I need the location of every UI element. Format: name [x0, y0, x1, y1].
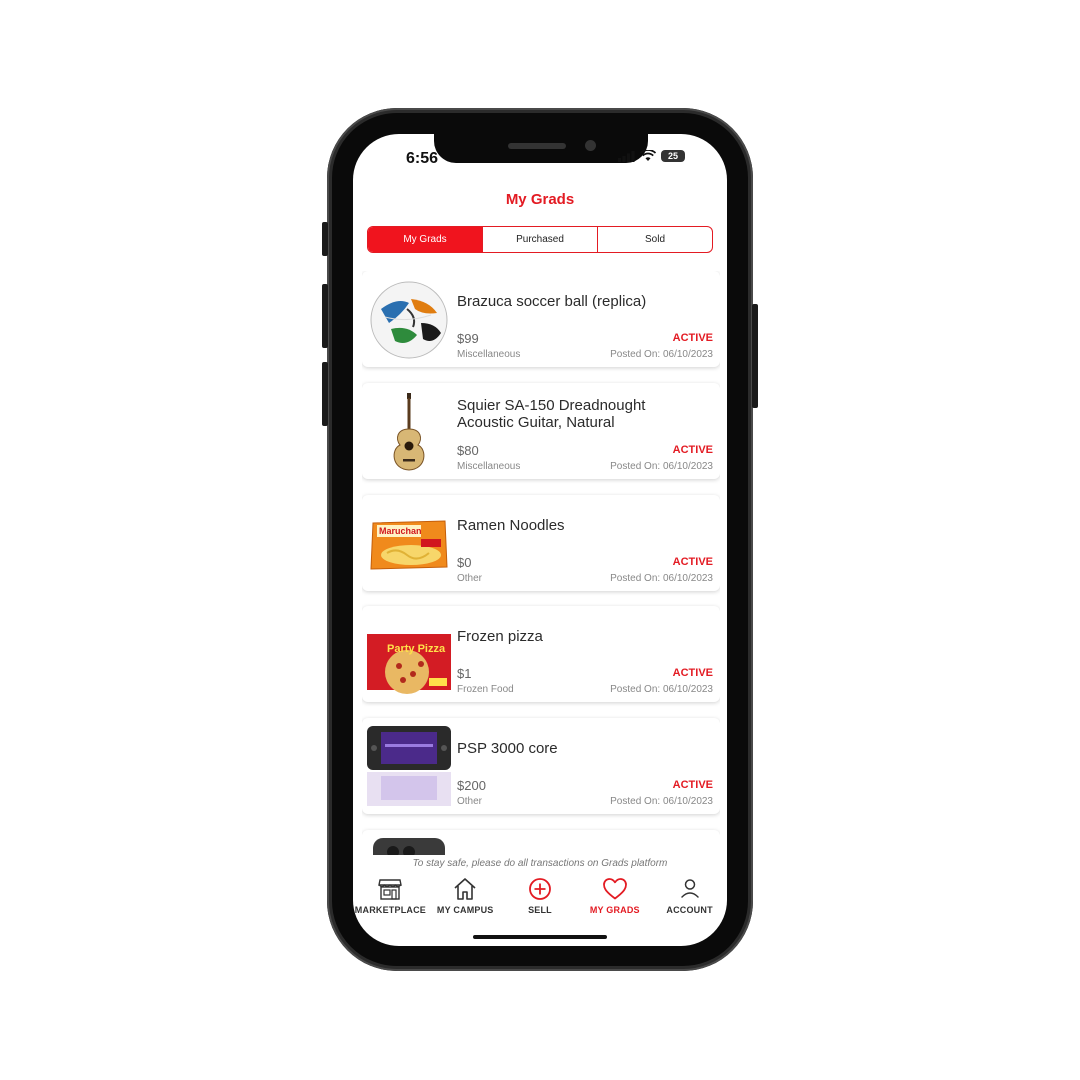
status-time: 6:56 — [406, 150, 439, 167]
listing-status: ACTIVE — [672, 443, 713, 456]
listing-card[interactable]: Brazuca soccer ball (replica) $99 Miscel… — [362, 271, 720, 367]
listing-category: Frozen Food — [457, 684, 514, 696]
storefront-icon — [378, 879, 403, 900]
home-indicator — [473, 935, 607, 939]
pizza-brand-text: Party Pizza — [387, 643, 446, 655]
ramen-noodles-image: Maruchan — [370, 520, 448, 570]
tab-purchased[interactable]: Purchased — [482, 227, 597, 252]
listing-card[interactable]: PSP 3000 core $200 Other ACTIVE Posted O… — [362, 718, 720, 815]
listing-price: $200 — [457, 778, 486, 794]
tab-sell[interactable]: SELL — [503, 876, 578, 926]
listing-category: Miscellaneous — [457, 349, 521, 360]
listing-card[interactable]: Maruchan Ramen Noodles $0 Other ACTIVE P… — [362, 494, 720, 591]
person-icon — [680, 879, 699, 898]
tab-label: MY CAMPUS — [436, 905, 494, 915]
listing-title: PSP 3000 core — [457, 740, 558, 758]
listing-price: $1 — [457, 666, 472, 682]
listing-status: ACTIVE — [672, 667, 713, 680]
tab-account[interactable]: ACCOUNT — [652, 876, 727, 926]
notch — [434, 134, 648, 163]
soccer-ball-image — [370, 281, 448, 359]
power-button — [752, 304, 758, 408]
page-title: My Grads — [505, 191, 575, 208]
bottom-tab-bar: MARKETPLACE MY CAMPUS SELL MY GRADS ACCO… — [353, 876, 727, 926]
listing-category: Miscellaneous — [457, 460, 521, 472]
tab-label: MY GRADS — [589, 905, 640, 915]
battery-icon: 25 — [661, 150, 685, 162]
listing-list[interactable]: Brazuca soccer ball (replica) $99 Miscel… — [362, 271, 720, 855]
home-icon — [454, 878, 476, 900]
silent-switch — [322, 222, 328, 256]
listing-posted-date: Posted On: 06/10/2023 — [610, 684, 713, 696]
listing-price: $0 — [457, 554, 472, 570]
listing-card[interactable]: Party Pizza Frozen pizza $1 Frozen Food … — [362, 606, 720, 703]
listing-status: ACTIVE — [672, 555, 713, 568]
listing-title: Brazuca soccer ball (replica) — [457, 293, 647, 310]
listing-status: ACTIVE — [672, 332, 713, 344]
listing-price: $99 — [457, 331, 479, 346]
volume-down-button — [322, 362, 328, 426]
volume-up-button — [322, 284, 328, 348]
listing-card[interactable] — [362, 829, 720, 855]
segment-control: My Grads Purchased Sold — [367, 226, 713, 253]
acoustic-guitar-image — [393, 392, 425, 471]
listing-card[interactable]: Squier SA-150 Dreadnought Acoustic Guita… — [362, 382, 720, 479]
tab-label: MARKETPLACE — [354, 905, 426, 915]
frozen-pizza-image: Party Pizza — [367, 634, 451, 695]
listing-title: Squier SA-150 Dreadnought Acoustic Guita… — [457, 396, 646, 431]
tab-label: SELL — [528, 905, 552, 915]
phone-image — [373, 837, 445, 855]
ramen-brand-text: Maruchan — [379, 526, 422, 536]
listing-status: ACTIVE — [672, 779, 713, 792]
listing-price: $80 — [457, 442, 479, 458]
listing-category: Other — [457, 572, 483, 584]
listing-posted-date: Posted On: 06/10/2023 — [610, 796, 713, 808]
listing-title: Ramen Noodles — [457, 516, 565, 534]
psp-console-image — [367, 726, 451, 807]
tab-marketplace[interactable]: MARKETPLACE — [353, 876, 428, 926]
status-icons: 25 — [618, 150, 685, 162]
listing-posted-date: Posted On: 06/10/2023 — [610, 460, 713, 472]
heart-icon — [602, 878, 627, 900]
tab-sold[interactable]: Sold — [597, 227, 712, 252]
listing-posted-date: Posted On: 06/10/2023 — [610, 349, 713, 360]
listing-posted-date: Posted On: 06/10/2023 — [610, 572, 713, 584]
signal-icon — [618, 150, 635, 162]
listing-category: Other — [457, 796, 483, 808]
tab-my-campus[interactable]: MY CAMPUS — [428, 876, 503, 926]
plus-circle-icon — [529, 878, 551, 900]
tab-label: ACCOUNT — [666, 905, 713, 915]
tab-my-grads-nav[interactable]: MY GRADS — [577, 876, 652, 926]
safety-notice: To stay safe, please do all transactions… — [412, 858, 668, 869]
tab-my-grads[interactable]: My Grads — [368, 227, 482, 252]
listing-title: Frozen pizza — [457, 628, 543, 646]
wifi-icon — [640, 150, 656, 161]
